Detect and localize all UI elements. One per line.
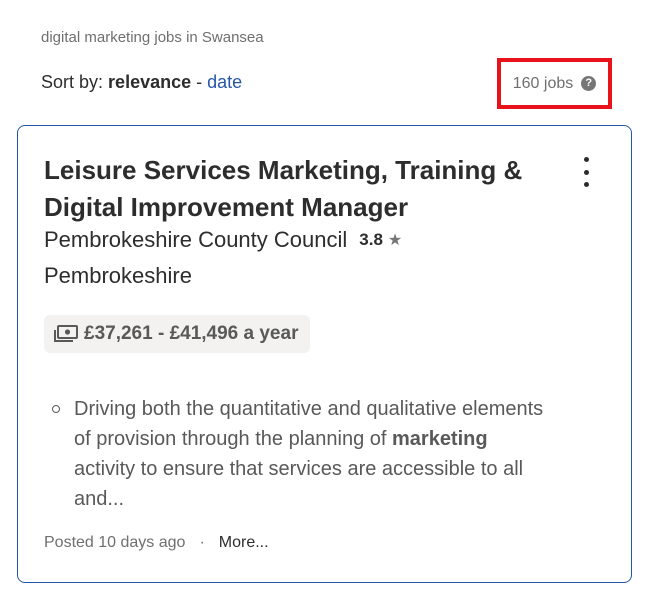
job-card[interactable]: Leisure Services Marketing, Training & D… bbox=[17, 125, 632, 583]
star-icon: ★ bbox=[387, 232, 403, 249]
sort-label: Sort by: bbox=[41, 72, 104, 92]
snippet-text-after: activity to ensure that services are acc… bbox=[74, 458, 524, 510]
sort-bar: Sort by: relevance - date bbox=[41, 72, 242, 93]
company-rating: 3.8 bbox=[359, 230, 383, 249]
sort-by-date-link[interactable]: date bbox=[207, 72, 242, 92]
job-count: 160 jobs bbox=[512, 74, 574, 92]
company-name: Pembrokeshire County Council bbox=[44, 227, 348, 252]
sort-separator: - bbox=[196, 72, 203, 92]
salary-badge: £37,261 - £41,496 a year bbox=[44, 315, 311, 353]
salary-text: £37,261 - £41,496 a year bbox=[84, 323, 299, 344]
snippet-highlight: marketing bbox=[392, 428, 488, 450]
job-count-highlight: 160 jobs ? bbox=[497, 58, 612, 109]
footer-separator: · bbox=[199, 534, 205, 551]
more-link[interactable]: More... bbox=[219, 534, 269, 552]
job-location: Pembrokeshire bbox=[44, 263, 192, 288]
search-query-label: digital marketing jobs in Swansea bbox=[41, 29, 264, 46]
money-icon bbox=[54, 325, 78, 342]
job-footer: Posted 10 days ago · More... bbox=[44, 534, 269, 552]
question-circle-icon[interactable]: ? bbox=[581, 76, 597, 91]
kebab-menu-icon[interactable] bbox=[578, 157, 594, 187]
job-snippet: Driving both the quantitative and qualit… bbox=[74, 394, 554, 514]
bullet-icon bbox=[52, 405, 60, 413]
sort-relevance-active: relevance bbox=[108, 72, 192, 92]
posted-date: Posted 10 days ago bbox=[44, 534, 186, 551]
job-title[interactable]: Leisure Services Marketing, Training & D… bbox=[44, 152, 544, 226]
company-row: Pembrokeshire County Council 3.8 ★ bbox=[44, 227, 402, 253]
